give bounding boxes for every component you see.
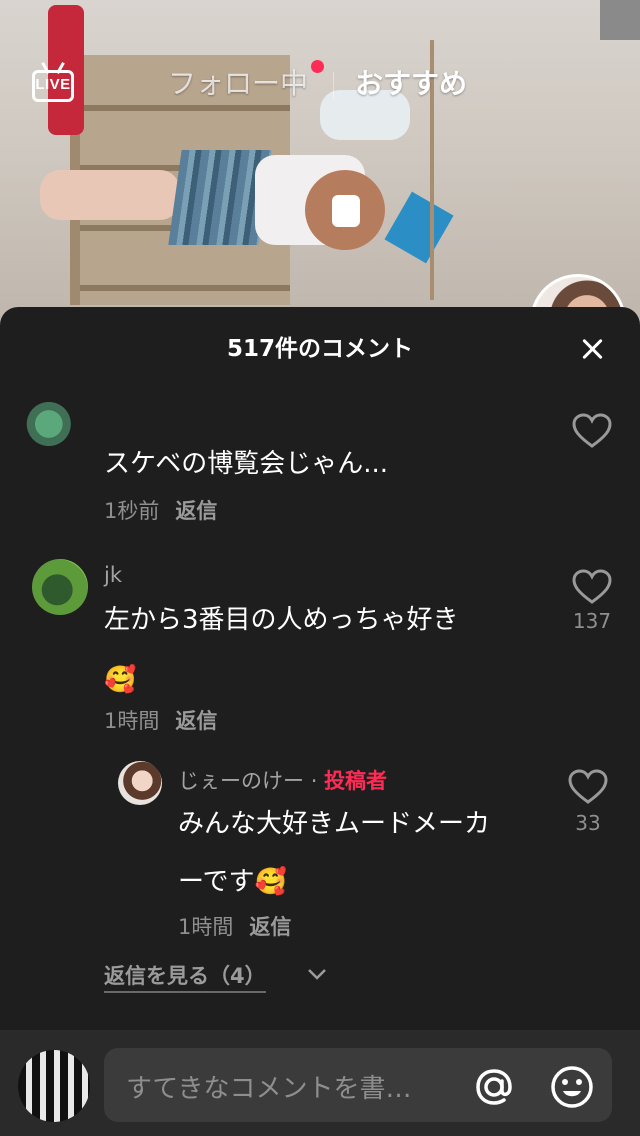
comment-text[interactable]: 左から3番目の人めっちゃ好き (104, 591, 459, 649)
reply-text-continued[interactable]: ーです🥰 (178, 853, 287, 911)
comment-meta: 1時間 返信 (104, 705, 217, 735)
comment-time: 1秒前 (104, 499, 160, 523)
comment-time: 1時間 (104, 709, 160, 733)
ceiling-image (600, 0, 640, 40)
reply-text[interactable]: みんな大好きムードメーカ (178, 795, 490, 853)
comment-input-placeholder: すてきなコメントを書… (126, 1074, 412, 1104)
reply-button[interactable]: 返信 (175, 709, 217, 733)
live-button[interactable]: LIVE (30, 62, 78, 104)
avatar[interactable] (24, 393, 86, 455)
reply-time: 1時間 (178, 915, 234, 939)
smiley-icon[interactable] (548, 1063, 596, 1111)
avatar[interactable] (32, 559, 88, 615)
reply-meta: 1時間 返信 (178, 911, 291, 941)
heart-icon[interactable] (572, 413, 612, 449)
author-tag: 投稿者 (324, 769, 388, 793)
live-label: LIVE (35, 76, 71, 93)
like-count: 33 (575, 811, 601, 835)
view-replies-link[interactable]: 返信を見る（4） (104, 960, 266, 993)
separator: · (310, 769, 318, 793)
reply-button[interactable]: 返信 (249, 915, 291, 939)
comment-input-bar: すてきなコメントを書… (0, 1030, 640, 1136)
comments-title: 517件のコメント (226, 336, 413, 362)
heart-icon[interactable] (572, 569, 612, 605)
tab-recommended[interactable]: おすすめ (355, 62, 467, 102)
my-avatar[interactable] (18, 1050, 90, 1122)
comment-emoji: 🥰 (104, 665, 137, 695)
avatar[interactable] (118, 761, 162, 805)
at-icon[interactable] (470, 1063, 518, 1111)
reply-button[interactable]: 返信 (175, 499, 217, 523)
blue-cloth-image (384, 191, 454, 264)
comments-sheet: 517件のコメント スケベの博覧会じゃん... 1秒前 返信 jk 左から3番目の… (0, 307, 640, 1136)
close-button[interactable] (574, 331, 610, 367)
comment-meta: 1秒前 返信 (104, 495, 217, 525)
reply-username[interactable]: じぇーのけー (178, 769, 304, 793)
notification-dot (311, 60, 324, 73)
tab-following[interactable]: フォロー中 (168, 62, 308, 102)
comment-text[interactable]: スケベの博覧会じゃん... (104, 435, 388, 493)
tab-divider (333, 72, 334, 98)
reply-username-line: じぇーのけー · 投稿者 (178, 765, 387, 795)
heart-icon[interactable] (568, 769, 608, 805)
legs-image (40, 170, 180, 220)
comment-input[interactable]: すてきなコメントを書… (104, 1048, 612, 1122)
chevron-down-icon[interactable] (306, 963, 328, 985)
comment-username[interactable]: jk (104, 563, 122, 587)
like-count: 137 (572, 609, 612, 633)
mask-image (332, 195, 360, 227)
